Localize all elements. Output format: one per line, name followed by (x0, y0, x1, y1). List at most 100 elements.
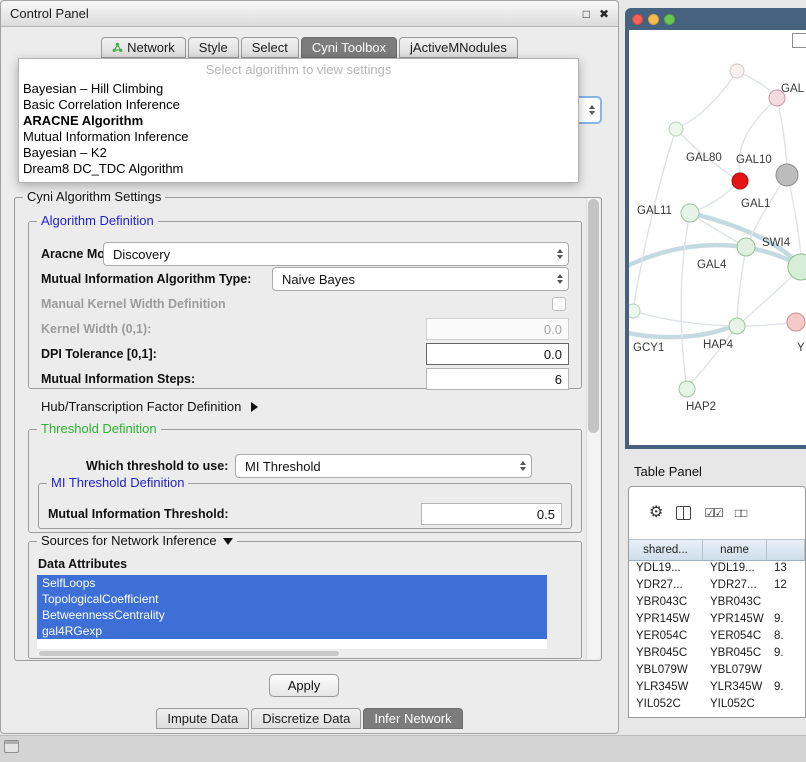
window-minimize-button[interactable] (648, 14, 659, 25)
control-panel-titlebar: Control Panel □ ✖ (1, 1, 618, 27)
attribute-item-topologicalcoefficient[interactable]: TopologicalCoefficient (37, 591, 547, 607)
mi-type-select[interactable]: Naive Bayes (272, 267, 569, 291)
column-header-shared-name[interactable]: shared... (629, 540, 703, 560)
dpi-tolerance-field[interactable]: 0.0 (426, 343, 569, 365)
network-node[interactable] (730, 64, 744, 78)
kernel-width-label: Kernel Width (0,1): (41, 322, 151, 336)
algorithm-option-mutual-information-inference[interactable]: Mutual Information Inference (19, 129, 578, 145)
tab-label: Network (127, 40, 175, 55)
column-header-name[interactable]: name (703, 540, 767, 560)
hub-definition-toggle[interactable]: Hub/Transcription Factor Definition (41, 399, 258, 414)
cell-shared-name: YBR043C (629, 595, 703, 612)
attribute-item-selfloops[interactable]: SelfLoops (37, 575, 547, 591)
cell-value (767, 595, 805, 612)
dpi-tolerance-label: DPI Tolerance [0,1]: (41, 347, 157, 361)
table-row[interactable]: YER054CYER054C8. (629, 629, 805, 646)
threshold-definition-title: Threshold Definition (37, 421, 161, 436)
scrollbar-thumb[interactable] (588, 199, 599, 433)
node-label-gal: GAL (781, 83, 805, 95)
network-node[interactable] (729, 318, 745, 334)
scrollbar-thumb[interactable] (39, 651, 339, 656)
apply-button[interactable]: Apply (269, 674, 339, 697)
cell-value: 8. (767, 629, 805, 646)
table-row[interactable]: YDL19...YDL19...13 (629, 561, 805, 578)
view-option-box[interactable] (792, 33, 806, 48)
table-header: shared... name (629, 539, 805, 561)
close-panel-icon[interactable]: ✖ (599, 8, 609, 20)
node-label-gal11: GAL11 (637, 205, 672, 217)
network-canvas[interactable]: GALGAL80GAL10GAL11GAL1SWI4GAL4GCY1HAP4HA… (629, 30, 806, 445)
cell-value: 9. (767, 680, 805, 697)
table-row[interactable]: YLR345WYLR345W9. (629, 680, 805, 697)
tab-network[interactable]: Network (101, 37, 186, 58)
table-row[interactable]: YPR145WYPR145W9. (629, 612, 805, 629)
panel-toggle-icon[interactable] (4, 740, 19, 753)
tab-impute-data[interactable]: Impute Data (156, 708, 249, 729)
table-panel-title: Table Panel (634, 464, 702, 479)
kernel-width-field[interactable]: 0.0 (426, 318, 569, 340)
select-all-columns-icon[interactable]: ☑☑ (704, 506, 722, 520)
status-strip (0, 735, 806, 762)
table-panel-window: ⚙ ☑☑ □□ shared... name YDL19...YDL19...1… (628, 486, 806, 718)
network-node[interactable] (787, 313, 805, 331)
tab-jactivemnodules[interactable]: jActiveMNodules (399, 37, 518, 58)
float-window-icon[interactable]: □ (583, 8, 590, 20)
expand-arrow-icon (251, 402, 258, 412)
window-close-button[interactable] (632, 14, 643, 25)
table-row[interactable]: YBR045CYBR045C9. (629, 646, 805, 663)
attributes-horizontal-scrollbar[interactable] (37, 650, 547, 657)
network-node[interactable] (669, 122, 683, 136)
tab-style[interactable]: Style (188, 37, 239, 58)
network-canvas-svg: GALGAL80GAL10GAL11GAL1SWI4GAL4GCY1HAP4HA… (629, 30, 806, 445)
table-row[interactable]: YBL079WYBL079W (629, 663, 805, 680)
window-buttons: □ ✖ (583, 8, 609, 20)
algorithm-option-dream8-dc-tdc-algorithm[interactable]: Dream8 DC_TDC Algorithm (19, 161, 578, 177)
table-row[interactable]: YDR27...YDR27...12 (629, 578, 805, 595)
cell-name: YLR345W (703, 680, 767, 697)
algorithm-dropdown-popup: Select algorithm to view settings Bayesi… (18, 58, 579, 183)
network-node[interactable] (681, 204, 699, 222)
settings-gear-icon[interactable]: ⚙ (649, 505, 663, 521)
deselect-all-columns-icon[interactable]: □□ (735, 506, 746, 520)
cell-shared-name: YDL19... (629, 561, 703, 578)
node-label-gal1: GAL1 (741, 198, 770, 210)
column-header-extra[interactable] (767, 540, 805, 560)
cell-shared-name: YBL079W (629, 663, 703, 680)
network-node[interactable] (776, 164, 798, 186)
network-node[interactable] (732, 173, 748, 189)
which-threshold-select[interactable]: MI Threshold (235, 454, 532, 478)
collapse-arrow-icon (223, 538, 233, 545)
table-row[interactable]: YBR043CYBR043C (629, 595, 805, 612)
mi-threshold-field[interactable]: 0.5 (421, 503, 562, 525)
algorithm-option-bayesian-hill-climbing[interactable]: Bayesian – Hill Climbing (19, 81, 578, 97)
table-row[interactable]: YIL052CYIL052C (629, 697, 805, 714)
sources-group-title[interactable]: Sources for Network Inference (37, 533, 237, 548)
cell-value: 12 (767, 578, 805, 595)
network-edge (737, 247, 746, 319)
algorithm-option-bayesian-k2[interactable]: Bayesian – K2 (19, 145, 578, 161)
attribute-item-betweennesscentrality[interactable]: BetweennessCentrality (37, 607, 547, 623)
aracne-mode-select[interactable]: Discovery (103, 242, 569, 266)
network-node[interactable] (679, 381, 695, 397)
network-node[interactable] (629, 304, 640, 318)
algorithm-option-aracne-algorithm[interactable]: ARACNE Algorithm (19, 113, 578, 129)
algorithm-option-basic-correlation-inference[interactable]: Basic Correlation Inference (19, 97, 578, 113)
network-node[interactable] (737, 238, 755, 256)
which-threshold-label: Which threshold to use: (86, 459, 228, 473)
cell-shared-name: YLR345W (629, 680, 703, 697)
manual-kernel-label: Manual Kernel Width Definition (41, 297, 226, 311)
tab-cyni-toolbox[interactable]: Cyni Toolbox (301, 37, 397, 58)
cell-shared-name: YPR145W (629, 612, 703, 629)
manual-kernel-checkbox[interactable] (552, 297, 566, 311)
mi-threshold-group-title: MI Threshold Definition (47, 475, 188, 490)
column-layout-icon[interactable] (676, 506, 691, 520)
settings-vertical-scrollbar[interactable] (586, 198, 600, 659)
tab-discretize-data[interactable]: Discretize Data (251, 708, 361, 729)
tab-select[interactable]: Select (241, 37, 299, 58)
tab-infer-network[interactable]: Infer Network (363, 708, 462, 729)
mi-steps-field[interactable]: 6 (426, 368, 569, 390)
network-edge (681, 213, 690, 382)
attribute-item-gal4rgexp[interactable]: gal4RGexp (37, 623, 547, 639)
window-zoom-button[interactable] (664, 14, 675, 25)
cell-name: YBR043C (703, 595, 767, 612)
